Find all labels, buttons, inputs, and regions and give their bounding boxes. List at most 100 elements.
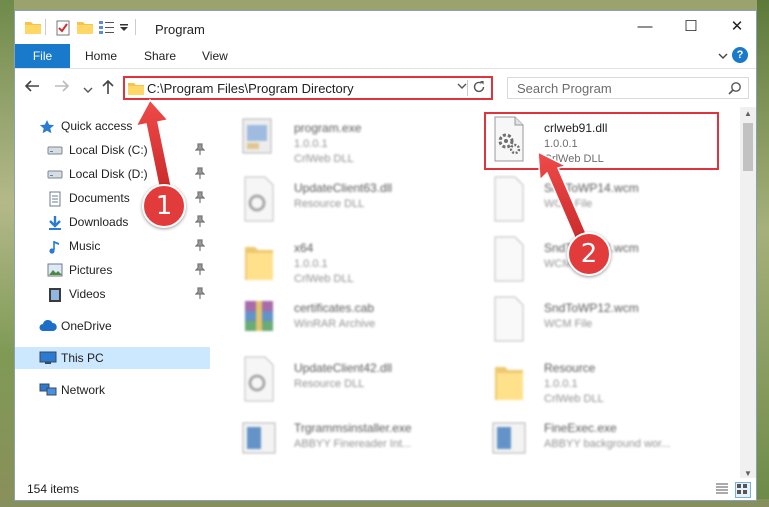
nav-item-this-pc[interactable]: This PC — [15, 347, 210, 369]
computer-icon — [39, 351, 57, 365]
separator — [45, 19, 46, 35]
nav-label: This PC — [61, 351, 104, 365]
file-item[interactable]: SndToWP12.wcm WCM File — [487, 295, 737, 351]
pin-icon — [194, 191, 206, 203]
file-name: SndToWP14.wcm — [544, 181, 639, 195]
pin-icon — [194, 287, 206, 299]
file-item[interactable]: program.exe 1.0.0.1 CrlWeb DLL — [237, 115, 487, 171]
file-name: SndToWP12.wcm — [544, 301, 639, 315]
quick-access-dropdown-icon[interactable] — [119, 22, 129, 36]
pin-icon — [194, 215, 206, 227]
file-description: Resource DLL — [294, 198, 365, 210]
search-input[interactable]: Search Program — [517, 81, 612, 96]
file-item[interactable]: SndToWP14.wcm WCM File — [487, 175, 737, 231]
file-name: Trgrammsinstaller.exe — [294, 421, 412, 435]
recent-locations-icon[interactable] — [79, 81, 97, 99]
scroll-up-icon[interactable]: ▲ — [740, 107, 756, 121]
exe-icon — [237, 115, 281, 163]
nav-item-network[interactable]: Network — [15, 379, 210, 401]
drive-icon — [47, 143, 63, 157]
status-bar: 154 items — [15, 478, 756, 500]
file-name: Resource — [544, 361, 596, 375]
nav-label: Downloads — [69, 215, 129, 229]
videos-icon — [47, 287, 63, 302]
address-bar[interactable]: C:\Program Files\Program Directory — [123, 76, 493, 100]
file-item[interactable]: SndToWP13.wcm WCM File — [487, 235, 737, 291]
pin-icon — [194, 263, 206, 275]
pictures-icon — [47, 263, 63, 277]
file-name: UpdateClient42.dll — [294, 361, 393, 375]
navigation-bar: C:\Program Files\Program Directory Searc… — [15, 69, 756, 107]
nav-label: Documents — [69, 191, 130, 205]
file-item[interactable]: certificates.cab WinRAR Archive — [237, 295, 487, 351]
tab-home[interactable]: Home — [85, 44, 117, 68]
file-description: ABBYY Finereader Int... — [294, 438, 412, 450]
file-description: Resource DLL — [294, 378, 365, 390]
file-description: WCM File — [544, 198, 593, 210]
nav-item-local-disk-c[interactable]: Local Disk (C:) — [15, 139, 210, 161]
title-bar: Program — ☐ ✕ — [15, 11, 756, 43]
properties-icon[interactable] — [55, 20, 71, 39]
nav-item-onedrive[interactable]: OneDrive — [15, 315, 210, 337]
scrollbar-thumb[interactable] — [743, 123, 753, 171]
file-item[interactable]: Trgrammsinstaller.exe ABBYY Finereader I… — [237, 415, 487, 471]
expand-ribbon-icon[interactable] — [718, 50, 728, 59]
address-dropdown-icon[interactable] — [457, 83, 467, 94]
file-name: x64 — [294, 241, 314, 255]
tab-view[interactable]: View — [202, 44, 228, 68]
customize-icon[interactable] — [99, 20, 115, 37]
file-version: 1.0.0.1 — [294, 258, 328, 270]
file-item[interactable]: UpdateClient42.dll Resource DLL — [237, 355, 487, 411]
back-arrow-icon[interactable] — [23, 79, 41, 97]
navigation-pane: Quick access Local Disk (C:) Local Disk … — [15, 111, 210, 481]
details-view-icon[interactable] — [715, 482, 729, 496]
ribbon-tabs: File Home Share View ? — [15, 44, 756, 69]
nav-item-quick-access[interactable]: Quick access — [15, 115, 210, 137]
tab-share[interactable]: Share — [144, 44, 176, 68]
network-icon — [39, 383, 57, 397]
file-item[interactable]: Resource 1.0.0.1 CrlWeb DLL — [487, 355, 737, 411]
vertical-scrollbar[interactable]: ▲ ▼ — [740, 107, 756, 481]
nav-label: OneDrive — [61, 319, 112, 333]
forward-arrow-icon[interactable] — [53, 79, 71, 97]
file-name: certificates.cab — [294, 301, 375, 315]
file-item[interactable]: UpdateClient63.dll Resource DLL — [237, 175, 487, 231]
folder-icon — [128, 81, 144, 98]
music-icon — [47, 239, 63, 254]
maximize-button[interactable]: ☐ — [668, 11, 714, 43]
file-icon — [487, 295, 531, 343]
nav-label: Videos — [69, 287, 106, 301]
file-icon — [487, 235, 531, 283]
up-arrow-icon[interactable] — [99, 79, 117, 97]
file-description: ABBYY background wor... — [544, 438, 671, 450]
nav-label: Pictures — [69, 263, 113, 277]
large-icons-view-icon[interactable] — [735, 482, 751, 498]
nav-item-pictures[interactable]: Pictures — [15, 259, 210, 281]
file-item[interactable]: FineExec.exe ABBYY background wor... — [487, 415, 737, 471]
nav-label: Local Disk (C:) — [69, 143, 148, 157]
pin-icon — [194, 239, 206, 251]
search-icon — [728, 81, 742, 98]
minimize-button[interactable]: — — [622, 11, 668, 43]
desktop-background-left — [0, 0, 14, 507]
file-description: WinRAR Archive — [294, 318, 376, 330]
file-description: CrlWeb DLL — [294, 153, 354, 165]
file-icon — [487, 175, 531, 223]
nav-item-music[interactable]: Music — [15, 235, 210, 257]
file-item[interactable]: x64 1.0.0.1 CrlWeb DLL — [237, 235, 487, 291]
nav-item-videos[interactable]: Videos — [15, 283, 210, 305]
nav-item-local-disk-d[interactable]: Local Disk (D:) — [15, 163, 210, 185]
help-icon[interactable]: ? — [732, 47, 748, 63]
file-version: 1.0.0.1 — [294, 138, 328, 150]
new-folder-icon[interactable] — [77, 20, 93, 37]
drive-icon — [47, 167, 63, 181]
file-name: program.exe — [294, 121, 362, 135]
item-count: 154 items — [27, 482, 80, 496]
file-name: UpdateClient63.dll — [294, 181, 393, 195]
close-button[interactable]: ✕ — [714, 11, 756, 43]
file-explorer-window: Program — ☐ ✕ File Home Share View ? C:\… — [14, 10, 757, 501]
tab-file[interactable]: File — [15, 44, 70, 68]
cloud-icon — [39, 319, 57, 333]
refresh-icon[interactable] — [467, 80, 488, 96]
search-box[interactable]: Search Program — [507, 77, 749, 99]
